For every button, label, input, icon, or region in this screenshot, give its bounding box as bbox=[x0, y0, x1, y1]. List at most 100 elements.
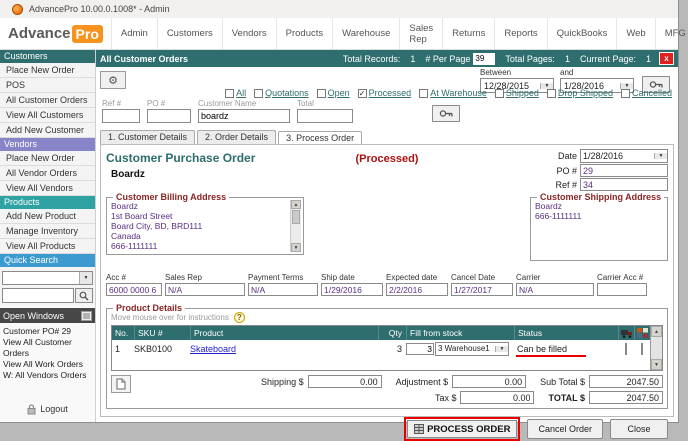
sidebar-item-add-new-product[interactable]: Add New Product bbox=[0, 209, 95, 224]
sidebar-item-view-all-vendors[interactable]: View All Vendors bbox=[0, 181, 95, 196]
po-search-input[interactable] bbox=[147, 109, 191, 123]
cancel-order-button[interactable]: Cancel Order bbox=[527, 419, 603, 439]
sidebar-item-view-all-customers[interactable]: View All Customers bbox=[0, 108, 95, 123]
filter-drop-shipped[interactable]: Drop Shipped bbox=[547, 88, 613, 98]
filter-processed[interactable]: Processed bbox=[358, 88, 412, 98]
po-number-input[interactable] bbox=[580, 164, 668, 177]
checkbox[interactable] bbox=[495, 89, 504, 98]
checkbox[interactable] bbox=[621, 89, 630, 98]
scroll-up-icon[interactable] bbox=[651, 326, 662, 337]
filter-all[interactable]: All bbox=[225, 88, 246, 98]
chevron-down-icon[interactable] bbox=[495, 346, 508, 352]
po-date-dropdown[interactable]: 1/28/2016 bbox=[580, 149, 668, 163]
ref-search-input[interactable] bbox=[102, 109, 140, 123]
tab-process-order[interactable]: 3. Process Order bbox=[278, 131, 362, 145]
menu-returns[interactable]: Returns bbox=[442, 18, 494, 49]
payment-terms-value[interactable]: N/A bbox=[248, 283, 318, 296]
sidebar-item-manage-inventory[interactable]: Manage Inventory bbox=[0, 224, 95, 239]
menu-vendors[interactable]: Vendors bbox=[222, 18, 276, 49]
total-search-input[interactable] bbox=[297, 109, 353, 123]
quick-search-input[interactable] bbox=[2, 288, 74, 303]
open-window-view-all-customer-orders[interactable]: View All Customer Orders bbox=[3, 337, 95, 359]
scroll-down-icon[interactable] bbox=[651, 359, 662, 370]
search-orders-button[interactable] bbox=[432, 105, 460, 122]
shipping-input[interactable] bbox=[308, 375, 382, 388]
logout-button[interactable]: Logout bbox=[0, 396, 95, 422]
notes-button[interactable] bbox=[111, 375, 131, 393]
row-no: 1 bbox=[112, 344, 134, 354]
menu-customers[interactable]: Customers bbox=[157, 18, 222, 49]
sidebar-item-view-all-products[interactable]: View All Products bbox=[0, 239, 95, 254]
process-order-button[interactable]: PROCESS ORDER bbox=[407, 420, 517, 438]
table-scrollbar[interactable] bbox=[650, 326, 662, 370]
billing-scrollbar[interactable] bbox=[290, 200, 301, 252]
ref-search-label: Ref # bbox=[102, 99, 140, 108]
search-button[interactable] bbox=[75, 288, 93, 303]
acc-value[interactable]: 6000 0000 6 bbox=[106, 283, 162, 296]
filter-shipped[interactable]: Shipped bbox=[495, 88, 539, 98]
ship-checkbox[interactable] bbox=[625, 343, 627, 355]
product-link[interactable]: Skateboard bbox=[190, 344, 236, 354]
window-list-icon[interactable] bbox=[81, 311, 92, 321]
per-page-label: # Per Page bbox=[425, 54, 470, 64]
chevron-down-icon[interactable] bbox=[79, 272, 92, 284]
help-tooltip-icon[interactable]: ? bbox=[234, 312, 245, 323]
menu-warehouse[interactable]: Warehouse bbox=[332, 18, 399, 49]
checkbox[interactable] bbox=[225, 89, 234, 98]
menu-quickbooks[interactable]: QuickBooks bbox=[547, 18, 617, 49]
sidebar-item-place-new-order[interactable]: Place New Order bbox=[0, 63, 95, 78]
advancepro-logo: Advance Pro bbox=[8, 18, 103, 49]
scroll-down-icon[interactable] bbox=[291, 243, 301, 252]
sidebar-item-add-new-customer[interactable]: Add New Customer bbox=[0, 123, 95, 138]
sidebar-item-vendor-place-new-order[interactable]: Place New Order bbox=[0, 151, 95, 166]
menu-mfg[interactable]: MFG bbox=[655, 18, 688, 49]
menubar: Advance Pro Admin Customers Vendors Prod… bbox=[0, 18, 678, 50]
close-page-button[interactable]: x bbox=[659, 52, 674, 65]
chevron-down-icon[interactable] bbox=[654, 153, 667, 159]
checkbox[interactable] bbox=[254, 89, 263, 98]
menu-sales-rep[interactable]: Sales Rep bbox=[399, 18, 442, 49]
filter-at-warehouse[interactable]: At Warehouse bbox=[419, 88, 487, 98]
menu-web[interactable]: Web bbox=[616, 18, 654, 49]
open-window-customer-po[interactable]: Customer PO# 29 bbox=[3, 326, 95, 337]
scroll-up-icon[interactable] bbox=[291, 200, 301, 209]
gear-icon bbox=[108, 74, 118, 87]
tab-customer-details[interactable]: 1. Customer Details bbox=[100, 130, 195, 144]
filter-quotations[interactable]: Quotations bbox=[254, 88, 309, 98]
checkbox-checked[interactable] bbox=[358, 89, 367, 98]
cancel-date-value[interactable]: 1/27/2017 bbox=[451, 283, 513, 296]
sales-rep-value[interactable]: N/A bbox=[165, 283, 245, 296]
quick-search-dropdown[interactable] bbox=[2, 271, 93, 285]
sidebar-item-all-customer-orders[interactable]: All Customer Orders bbox=[0, 93, 95, 108]
sidebar-item-pos[interactable]: POS bbox=[0, 78, 95, 93]
checkbox[interactable] bbox=[317, 89, 326, 98]
open-window-view-all-work-orders[interactable]: View All Work Orders bbox=[3, 359, 95, 370]
ref-number-label: Ref # bbox=[555, 180, 577, 190]
menu-products[interactable]: Products bbox=[276, 18, 333, 49]
tab-order-details[interactable]: 2. Order Details bbox=[197, 130, 276, 144]
open-window-all-vendors-orders[interactable]: W: All Vendors Orders bbox=[3, 370, 95, 381]
menu-reports[interactable]: Reports bbox=[494, 18, 546, 49]
filter-cancelled[interactable]: Cancelled bbox=[621, 88, 672, 98]
filter-open[interactable]: Open bbox=[317, 88, 350, 98]
menu-admin[interactable]: Admin bbox=[111, 18, 157, 49]
carrier-value[interactable]: N/A bbox=[516, 283, 594, 296]
ref-number-input[interactable] bbox=[580, 178, 668, 191]
checkbox[interactable] bbox=[419, 89, 428, 98]
fill-qty-input[interactable] bbox=[406, 343, 434, 355]
adjustment-input[interactable] bbox=[452, 375, 526, 388]
customer-name-input[interactable] bbox=[198, 109, 290, 123]
sidebar-item-all-vendor-orders[interactable]: All Vendor Orders bbox=[0, 166, 95, 181]
carrier-acc-value[interactable] bbox=[597, 283, 647, 296]
close-button[interactable]: Close bbox=[610, 419, 668, 439]
warehouse-dropdown[interactable]: 3 Warehouse1 bbox=[435, 342, 509, 356]
ship-date-value[interactable]: 1/29/2016 bbox=[321, 283, 383, 296]
status-filter-row: All Quotations Open Processed At Warehou… bbox=[225, 88, 672, 98]
expected-date-value[interactable]: 2/2/2016 bbox=[386, 283, 448, 296]
tax-input[interactable] bbox=[460, 391, 534, 404]
checkbox[interactable] bbox=[547, 89, 556, 98]
scroll-thumb[interactable] bbox=[292, 210, 300, 224]
dropship-checkbox[interactable] bbox=[641, 343, 643, 355]
per-page-input[interactable] bbox=[473, 53, 495, 65]
settings-button[interactable] bbox=[100, 71, 126, 89]
